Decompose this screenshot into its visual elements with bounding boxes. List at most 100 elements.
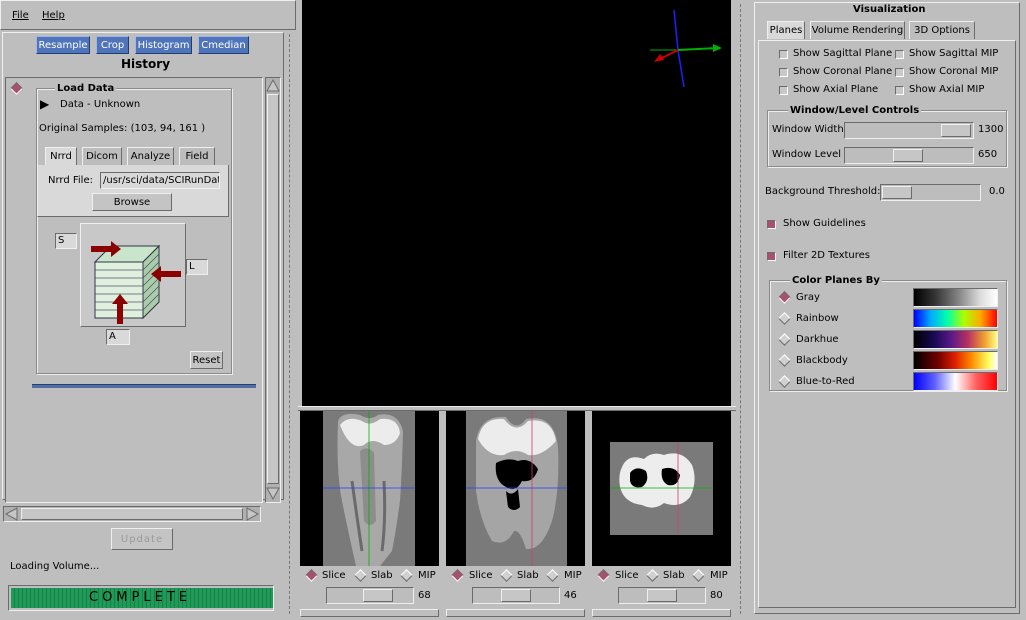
color-planes-frame: Color Planes By Gray Rainbow Darkhue Bla… [769,275,1007,391]
nrrd-file-label: Nrrd File: [48,175,93,186]
viewer-3d[interactable] [302,0,731,406]
axial-view[interactable] [592,411,731,566]
sagittal-slab-radio[interactable] [354,569,367,582]
visualization-title: Visualization [853,4,926,15]
color-planes-title: Color Planes By [790,275,882,286]
background-threshold-slider-thumb[interactable] [882,186,912,199]
filter-2d-textures-check[interactable] [767,252,776,261]
axial-bottom-bar [592,609,731,617]
darkhue-colormap [913,330,998,349]
scroll-down-icon[interactable] [266,486,280,500]
background-threshold-slider[interactable] [880,184,981,201]
orientation-cube[interactable] [80,223,186,327]
show-coronal-plane-label: Show Coronal Plane [793,66,893,77]
show-axial-mip-label: Show Axial MIP [909,84,985,95]
crop-button[interactable]: Crop [96,36,129,54]
orient-a-field[interactable]: A [106,329,130,345]
file-menu[interactable]: File [12,10,29,21]
history-panel: Resample Crop Histogram Cmedian History … [2,32,284,503]
coronal-slider-value: 46 [564,590,577,601]
update-button[interactable]: Update [111,528,173,550]
axis-gizmo-icon [650,9,722,88]
orient-s-field[interactable]: S [55,233,77,249]
sagittal-slab-label: Slab [371,570,393,581]
scroll-left-icon[interactable] [5,507,19,521]
show-axial-plane-label: Show Axial Plane [793,84,879,95]
tab-volume-rendering[interactable]: Volume Rendering [810,21,905,39]
coronal-slider[interactable] [472,587,560,604]
axial-slider[interactable] [618,587,706,604]
tab-3d-options[interactable]: 3D Options [909,21,975,39]
axial-slice-radio[interactable] [597,569,610,582]
vscroll-thumb[interactable] [267,94,279,484]
tab-nrrd[interactable]: Nrrd [45,147,77,165]
axial-slab-label: Slab [663,570,685,581]
planes-tab-body: Show Sagittal Plane Show Sagittal MIP Sh… [758,40,1016,608]
window-level-value: 650 [978,149,998,160]
resample-button[interactable]: Resample [36,36,90,54]
sagittal-mip-radio[interactable] [400,569,413,582]
color-blue-to-red-radio[interactable] [778,375,791,388]
window-level-title: Window/Level Controls [788,105,922,116]
window-level-slider[interactable] [844,147,974,164]
cube-orientation-icon [91,241,181,324]
sagittal-slice-radio[interactable] [305,569,318,582]
coronal-mip-radio[interactable] [546,569,559,582]
show-coronal-mip-check[interactable] [895,68,904,77]
show-axial-mip-check[interactable] [895,86,904,95]
sagittal-slider-thumb[interactable] [363,589,393,602]
coronal-slider-thumb[interactable] [501,589,531,602]
load-tabs-frame: Nrrd Dicom Analyze Field Nrrd File: /usr… [37,145,229,217]
coronal-slab-radio[interactable] [500,569,513,582]
nrrd-file-input[interactable]: /usr/sci/data/SCIRunData [100,172,220,189]
orient-l-field[interactable]: L [186,259,208,275]
axial-slab-radio[interactable] [646,569,659,582]
window-width-slider[interactable] [844,122,974,139]
scroll-up-icon[interactable] [266,79,280,93]
axial-slice-image [610,442,713,535]
color-darkhue-radio[interactable] [778,333,791,346]
data-label: Data - Unknown [60,99,141,110]
color-gray-radio[interactable] [778,291,791,304]
tab-field[interactable]: Field [179,147,215,165]
load-data-frame: Load Data ▶ Data - Unknown Original Samp… [36,83,232,374]
show-sagittal-plane-check[interactable] [779,50,788,59]
axial-slider-thumb[interactable] [647,589,677,602]
show-sagittal-mip-label: Show Sagittal MIP [909,48,999,59]
axial-mip-radio[interactable] [692,569,705,582]
show-guidelines-check[interactable] [767,220,776,229]
color-gray-label: Gray [796,292,820,303]
window-level-slider-thumb[interactable] [893,149,923,162]
history-hscrollbar[interactable] [3,506,261,522]
window-width-slider-thumb[interactable] [941,124,971,137]
history-separator [32,384,256,388]
show-axial-plane-check[interactable] [779,86,788,95]
help-menu[interactable]: Help [42,10,65,21]
coronal-view[interactable] [446,411,585,566]
play-icon[interactable]: ▶ [40,97,49,111]
original-samples: Original Samples: (103, 94, 161 ) [39,123,206,134]
axial-mip-label: MIP [710,570,728,581]
browse-button[interactable]: Browse [92,193,172,211]
tab-dicom[interactable]: Dicom [82,147,122,165]
axial-slider-value: 80 [710,590,723,601]
history-title: History [121,57,171,71]
color-darkhue-label: Darkhue [796,334,839,345]
show-coronal-plane-check[interactable] [779,68,788,77]
scroll-right-icon[interactable] [245,507,259,521]
color-rainbow-radio[interactable] [778,312,791,325]
tab-planes[interactable]: Planes [767,21,805,39]
coronal-slice-radio[interactable] [451,569,464,582]
sagittal-bottom-bar [300,609,439,617]
sagittal-slider[interactable] [326,587,414,604]
history-vscrollbar[interactable] [265,77,281,503]
cmedian-button[interactable]: Cmedian [198,36,249,54]
color-blackbody-radio[interactable] [778,354,791,367]
reset-button[interactable]: Reset [190,351,223,369]
show-sagittal-mip-check[interactable] [895,50,904,59]
tab-analyze[interactable]: Analyze [127,147,174,165]
sagittal-view[interactable] [300,411,439,566]
hscroll-thumb[interactable] [21,508,243,520]
histogram-button[interactable]: Histogram [135,36,192,54]
history-item-radio[interactable] [10,82,23,95]
